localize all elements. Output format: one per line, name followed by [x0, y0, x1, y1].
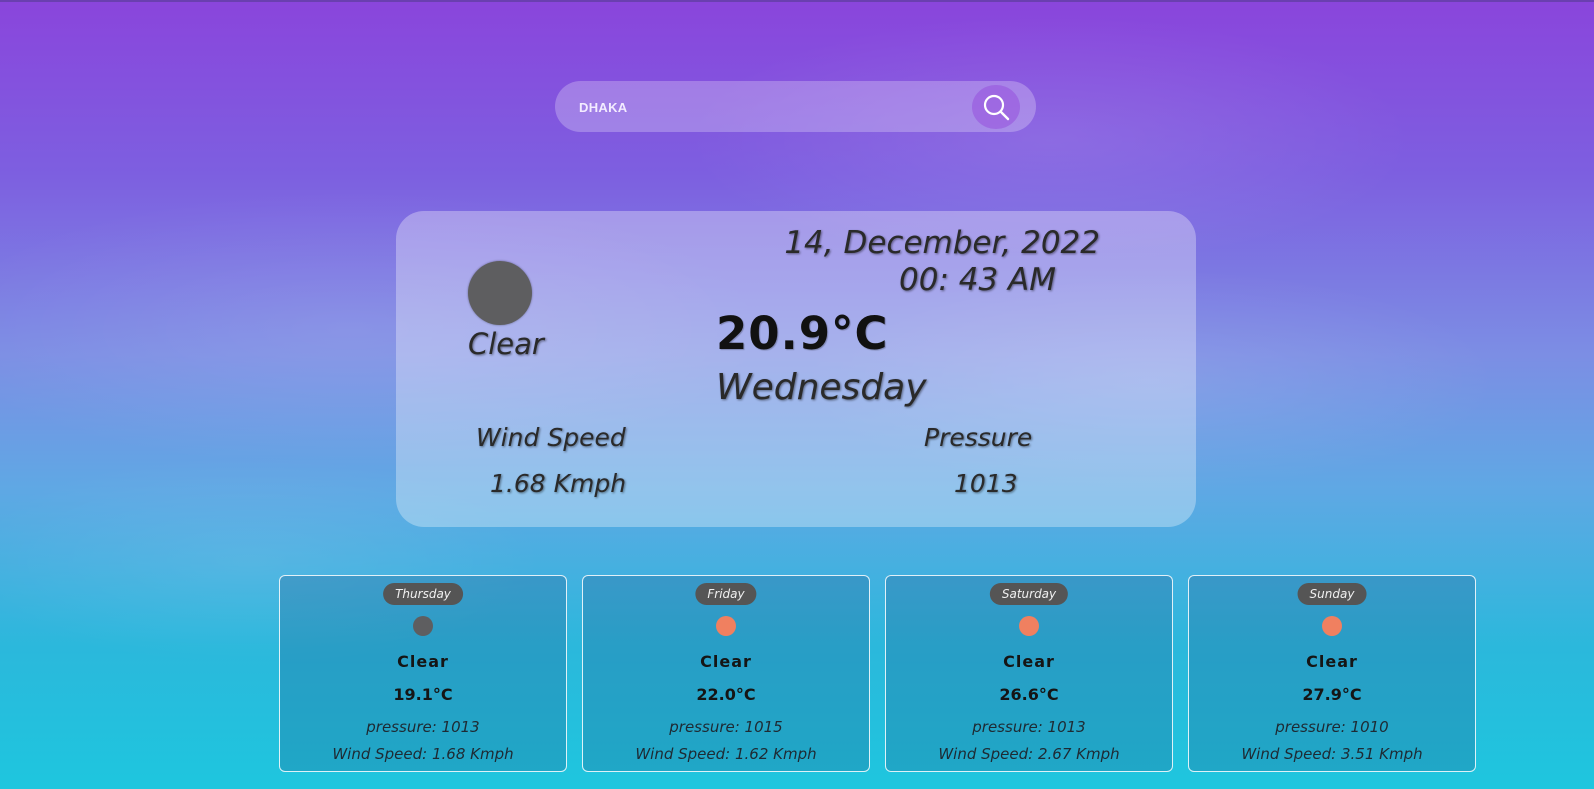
weather-icon [716, 616, 736, 636]
forecast-pressure: pressure: 1013 [366, 718, 480, 736]
current-condition: Clear [468, 327, 544, 361]
top-border [0, 0, 1594, 2]
forecast-day: Friday [695, 583, 757, 605]
forecast-temperature: 19.1°C [393, 685, 453, 704]
forecast-condition: Clear [397, 652, 449, 671]
search-input[interactable] [577, 81, 981, 134]
wind-speed-label: Wind Speed [476, 423, 626, 452]
forecast-condition: Clear [700, 652, 752, 671]
forecast-temperature: 22.0°C [696, 685, 756, 704]
forecast-wind-speed: Wind Speed: 2.67 Kmph [938, 745, 1120, 763]
forecast-card-sunday: Sunday Clear 27.9°C pressure: 1010 Wind … [1188, 575, 1476, 772]
forecast-day: Thursday [383, 583, 463, 605]
forecast-wind-speed: Wind Speed: 3.51 Kmph [1241, 745, 1423, 763]
search-bar [555, 81, 1036, 134]
forecast-temperature: 27.9°C [1302, 685, 1362, 704]
forecast-card-thursday: Thursday Clear 19.1°C pressure: 1013 Win… [279, 575, 567, 772]
current-temperature: 20.9°C [716, 307, 889, 360]
forecast-condition: Clear [1003, 652, 1055, 671]
current-weather-card: 14, December, 2022 00: 43 AM Clear 20.9°… [396, 211, 1196, 527]
forecast-day: Sunday [1297, 583, 1367, 605]
forecast-pressure: pressure: 1013 [972, 718, 1086, 736]
weather-icon [1019, 616, 1039, 636]
wind-speed-value: 1.68 Kmph [490, 469, 627, 498]
forecast-wind-speed: Wind Speed: 1.68 Kmph [332, 745, 514, 763]
forecast-card-saturday: Saturday Clear 26.6°C pressure: 1013 Win… [885, 575, 1173, 772]
forecast-pressure: pressure: 1015 [669, 718, 783, 736]
search-icon [983, 94, 1010, 121]
weather-icon [1322, 616, 1342, 636]
forecast-card-friday: Friday Clear 22.0°C pressure: 1015 Wind … [582, 575, 870, 772]
current-time: 00: 43 AM [899, 262, 1056, 298]
search-button[interactable] [972, 85, 1020, 129]
forecast-pressure: pressure: 1010 [1275, 718, 1389, 736]
current-day: Wednesday [716, 367, 927, 408]
forecast-wind-speed: Wind Speed: 1.62 Kmph [635, 745, 817, 763]
forecast-day: Saturday [989, 583, 1069, 605]
forecast-temperature: 26.6°C [999, 685, 1059, 704]
weather-icon [468, 261, 532, 325]
pressure-label: Pressure [924, 423, 1033, 452]
forecast-condition: Clear [1306, 652, 1358, 671]
current-date: 14, December, 2022 [784, 225, 1100, 261]
weather-icon [413, 616, 433, 636]
pressure-value: 1013 [954, 469, 1018, 498]
